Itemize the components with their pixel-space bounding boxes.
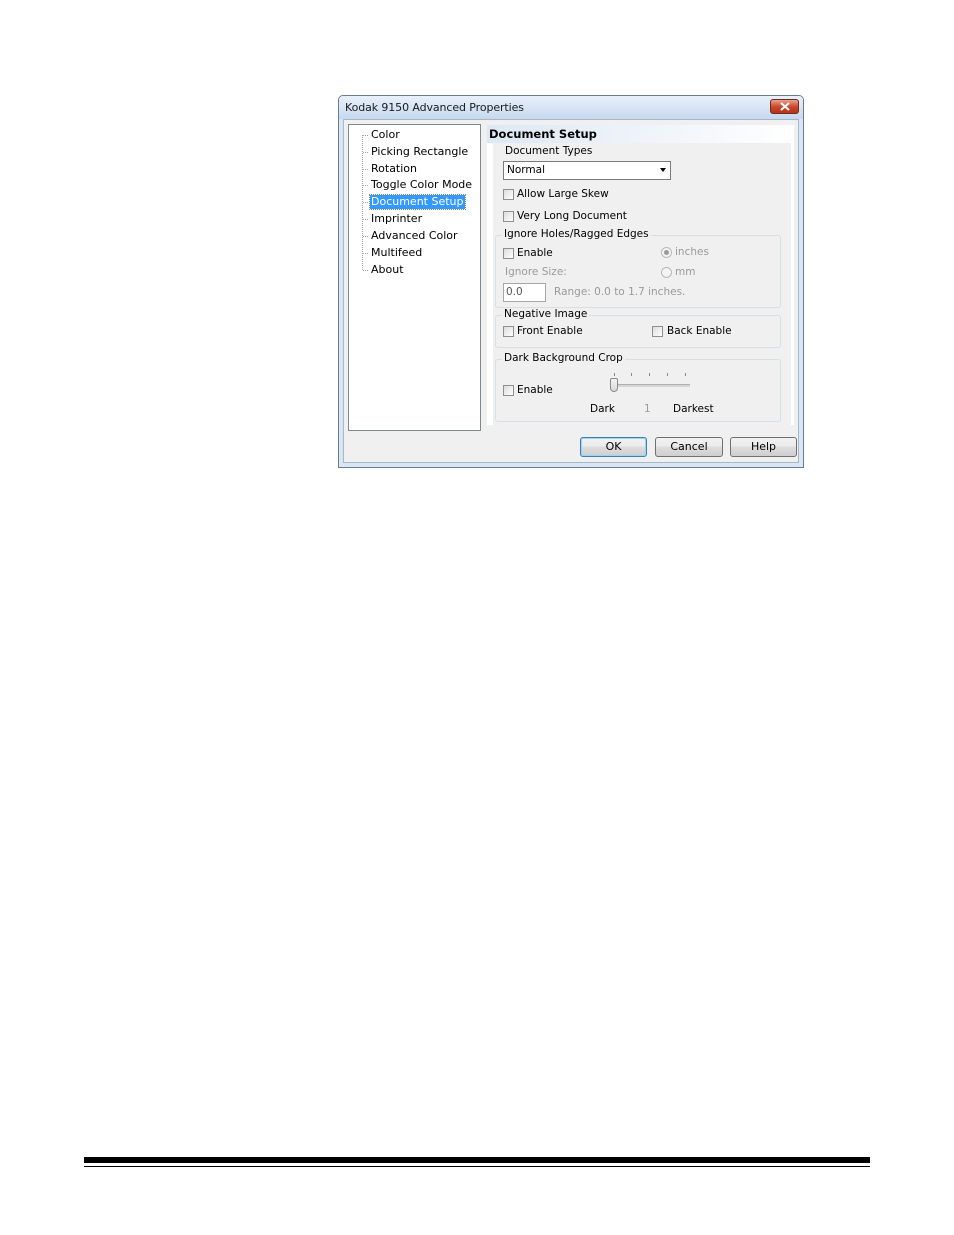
advanced-properties-dialog: Kodak 9150 Advanced Properties Color Pic… [338,95,804,468]
dialog-client-area: Color Picking Rectangle Rotation Toggle … [343,119,799,463]
slider-value: 1 [644,403,651,415]
slider-tick [631,373,632,376]
mm-label[interactable]: mm [675,266,695,278]
darkness-slider-thumb[interactable] [610,378,618,392]
tree-item-rotation[interactable]: Rotation [370,162,418,176]
dark-background-crop-title: Dark Background Crop [502,352,625,364]
ignore-holes-group: Ignore Holes/Ragged Edges Enable inches … [495,228,781,308]
dark-crop-enable-label[interactable]: Enable [517,384,553,396]
page-footer-rule-thick [84,1157,870,1163]
tree-item-imprinter[interactable]: Imprinter [370,212,423,226]
tree-item-document-setup[interactable]: Document Setup [369,194,466,210]
front-enable-checkbox[interactable] [503,326,514,337]
ignore-size-label: Ignore Size: [505,266,567,278]
panel-header: Document Setup [487,125,794,143]
tree-item-about[interactable]: About [370,263,405,277]
settings-tree[interactable]: Color Picking Rectangle Rotation Toggle … [348,124,481,431]
dark-background-crop-group: Dark Background Crop Enable Dark 1 Darke… [495,352,781,422]
slider-tick [614,373,615,376]
allow-large-skew-checkbox[interactable] [503,189,514,200]
ok-button[interactable]: OK [580,437,647,457]
dark-crop-enable-checkbox[interactable] [503,385,514,396]
inches-label[interactable]: inches [675,246,709,258]
slider-tick [667,373,668,376]
help-button[interactable]: Help [730,437,797,457]
allow-large-skew-label[interactable]: Allow Large Skew [517,188,609,200]
tree-connector-lines [362,135,369,271]
inches-radio[interactable] [661,247,672,258]
ignore-holes-enable-label[interactable]: Enable [517,247,553,259]
document-setup-panel: Document Setup Document Types Normal All… [487,125,794,425]
slider-tick [685,373,686,376]
tree-item-picking-rectangle[interactable]: Picking Rectangle [370,145,469,159]
window-title: Kodak 9150 Advanced Properties [345,101,524,114]
panel-body: Document Types Normal Allow Large Skew V… [493,143,791,425]
very-long-document-label[interactable]: Very Long Document [517,210,627,222]
negative-image-title: Negative Image [502,308,590,320]
slider-tick [649,373,650,376]
slider-min-label: Dark [590,403,615,415]
close-icon [780,102,790,111]
front-enable-label[interactable]: Front Enable [517,325,583,337]
back-enable-label[interactable]: Back Enable [667,325,732,337]
document-types-value: Normal [507,164,545,176]
ignore-holes-enable-checkbox[interactable] [503,248,514,259]
mm-radio[interactable] [661,267,672,278]
cancel-button[interactable]: Cancel [655,437,723,457]
tree-item-color[interactable]: Color [370,128,401,142]
very-long-document-checkbox[interactable] [503,211,514,222]
page-footer-rule-thin [84,1166,870,1167]
back-enable-checkbox[interactable] [652,326,663,337]
document-types-label: Document Types [505,145,593,157]
ignore-size-range-text: Range: 0.0 to 1.7 inches. [554,286,686,298]
tree-item-multifeed[interactable]: Multifeed [370,246,423,260]
ignore-holes-title: Ignore Holes/Ragged Edges [502,228,651,240]
document-types-dropdown[interactable]: Normal [503,161,671,180]
negative-image-group: Negative Image Front Enable Back Enable [495,308,781,348]
title-bar[interactable]: Kodak 9150 Advanced Properties [339,96,803,119]
chevron-down-icon[interactable] [660,168,666,172]
tree-item-advanced-color[interactable]: Advanced Color [370,229,459,243]
ignore-size-input[interactable]: 0.0 [503,283,546,302]
tree-item-toggle-color-mode[interactable]: Toggle Color Mode [370,178,473,192]
darkness-slider-track[interactable] [612,384,690,387]
close-button[interactable] [770,99,799,114]
slider-max-label: Darkest [673,403,714,415]
